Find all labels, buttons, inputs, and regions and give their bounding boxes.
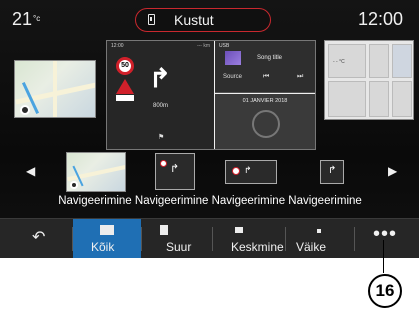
turn-arrow-icon: ↱ bbox=[149, 63, 171, 93]
home-page-preview-current[interactable]: 12:00 --- km 50 ↱ 800m ⚑ USB Song title … bbox=[106, 40, 316, 150]
widget-cell bbox=[392, 44, 412, 78]
kustut-label: Kustut bbox=[174, 12, 214, 28]
home-page-preview-left[interactable] bbox=[14, 60, 96, 118]
widget-option-small[interactable]: ↱ bbox=[320, 160, 344, 184]
tab-medium-label: Keskmine bbox=[231, 240, 284, 254]
turn-arrow-icon: ↱ bbox=[244, 165, 252, 175]
tab-small-label: Väike bbox=[296, 240, 327, 254]
home-page-preview-right[interactable]: - - °C bbox=[324, 40, 414, 120]
nav-widget-km: --- km bbox=[196, 43, 210, 49]
small-layout-icon bbox=[317, 229, 321, 233]
speed-limit-icon bbox=[232, 167, 240, 175]
clock-widget: 01 JANVIER 2018 bbox=[215, 94, 315, 149]
widget-option-medium[interactable]: ↱ bbox=[225, 160, 277, 184]
back-icon[interactable]: ↶ bbox=[32, 227, 45, 247]
speed-limit-icon bbox=[160, 160, 167, 167]
turn-distance: 800m bbox=[153, 103, 169, 109]
widget-cell bbox=[392, 81, 412, 117]
tab-small[interactable]: Väike bbox=[286, 219, 354, 258]
widget-names-label: Navigeerimine Navigeerimine Navigeerimin… bbox=[58, 195, 362, 207]
turn-arrow-icon: ↱ bbox=[328, 165, 337, 176]
tab-large-label: Suur bbox=[166, 240, 192, 254]
medium-layout-icon bbox=[235, 227, 243, 233]
turn-arrow-icon: ↱ bbox=[170, 163, 180, 175]
nav-widget-time: 12:00 bbox=[111, 43, 124, 49]
callout-number: 16 bbox=[368, 274, 402, 308]
navigation-widget: 12:00 --- km 50 ↱ 800m ⚑ bbox=[107, 41, 214, 149]
album-cover bbox=[225, 51, 241, 65]
destination-flag-icon: ⚑ bbox=[158, 134, 165, 141]
widget-cell bbox=[328, 81, 366, 117]
tab-medium[interactable]: Keskmine bbox=[213, 219, 285, 258]
speed-limit-sign: 50 bbox=[116, 57, 134, 75]
outside-temperature: 21 bbox=[12, 9, 33, 29]
large-layout-icon bbox=[160, 225, 168, 235]
kustut-button[interactable]: Kustut bbox=[135, 8, 271, 32]
widget-option-large[interactable]: ↱ bbox=[155, 153, 195, 190]
divider bbox=[354, 227, 355, 251]
temperature-unit: °c bbox=[33, 14, 41, 23]
widget-date: 01 JANVIER 2018 bbox=[242, 98, 288, 104]
usb-source-label: USB bbox=[219, 43, 230, 49]
widget-option-map[interactable] bbox=[66, 152, 126, 192]
media-widget: USB Song title Source ⏮ ⏭ bbox=[215, 41, 315, 93]
tab-large[interactable]: Suur bbox=[142, 219, 212, 258]
warning-triangle-icon bbox=[116, 79, 134, 94]
delete-page-icon bbox=[148, 14, 155, 25]
widget-cell bbox=[369, 44, 389, 78]
bottom-tab-bar: ↶ Kõik Suur Keskmine Väike ••• bbox=[0, 218, 419, 258]
previous-track-icon: ⏮ bbox=[263, 73, 270, 80]
song-title: Song title bbox=[257, 55, 283, 61]
clock-dial-icon bbox=[252, 110, 280, 138]
clock: 12:00 bbox=[357, 9, 403, 29]
widget-cell bbox=[369, 81, 389, 117]
carousel-right-arrow[interactable]: ▶ bbox=[388, 164, 397, 178]
multimedia-screen: 21 °c Kustut 12:00 12:00 --- km 50 ↱ 800… bbox=[0, 0, 419, 258]
tab-all-label: Kõik bbox=[91, 240, 115, 254]
callout-leader-line bbox=[383, 240, 384, 273]
next-track-icon: ⏭ bbox=[297, 73, 304, 80]
source-button-label: Source bbox=[223, 74, 243, 80]
tab-all[interactable]: Kõik bbox=[73, 219, 141, 258]
warning-distance-plate bbox=[116, 95, 134, 101]
more-options-icon[interactable]: ••• bbox=[373, 223, 397, 246]
carousel-left-arrow[interactable]: ◀ bbox=[26, 164, 35, 178]
widget-temperature: - - °C bbox=[333, 59, 345, 65]
all-layout-icon bbox=[100, 225, 114, 235]
